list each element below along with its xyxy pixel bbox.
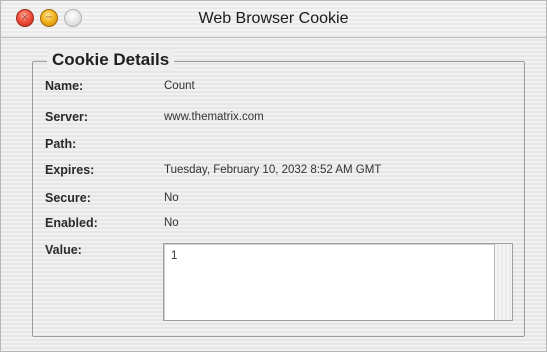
cookie-details-legend: Cookie Details (47, 49, 175, 71)
enabled-value: No (164, 217, 179, 229)
name-value: Count (164, 80, 195, 92)
name-label: Name: (45, 79, 84, 93)
cookie-value-textarea[interactable]: 1 (163, 243, 513, 321)
server-label: Server: (45, 110, 89, 124)
title-bar[interactable]: × − Web Browser Cookie (1, 1, 546, 38)
expires-value: Tuesday, February 10, 2032 8:52 AM GMT (164, 164, 382, 176)
value-scrollbar[interactable] (494, 244, 512, 320)
expires-label: Expires: (45, 163, 95, 177)
cookie-value-text: 1 (171, 250, 178, 262)
secure-value: No (164, 192, 179, 204)
value-label: Value: (45, 243, 82, 257)
path-label: Path: (45, 137, 77, 151)
cookie-window: × − Web Browser Cookie Cookie Details Na… (0, 0, 547, 352)
server-value: www.thematrix.com (164, 111, 264, 123)
enabled-label: Enabled: (45, 216, 98, 230)
window-title: Web Browser Cookie (198, 10, 349, 27)
secure-label: Secure: (45, 191, 91, 205)
